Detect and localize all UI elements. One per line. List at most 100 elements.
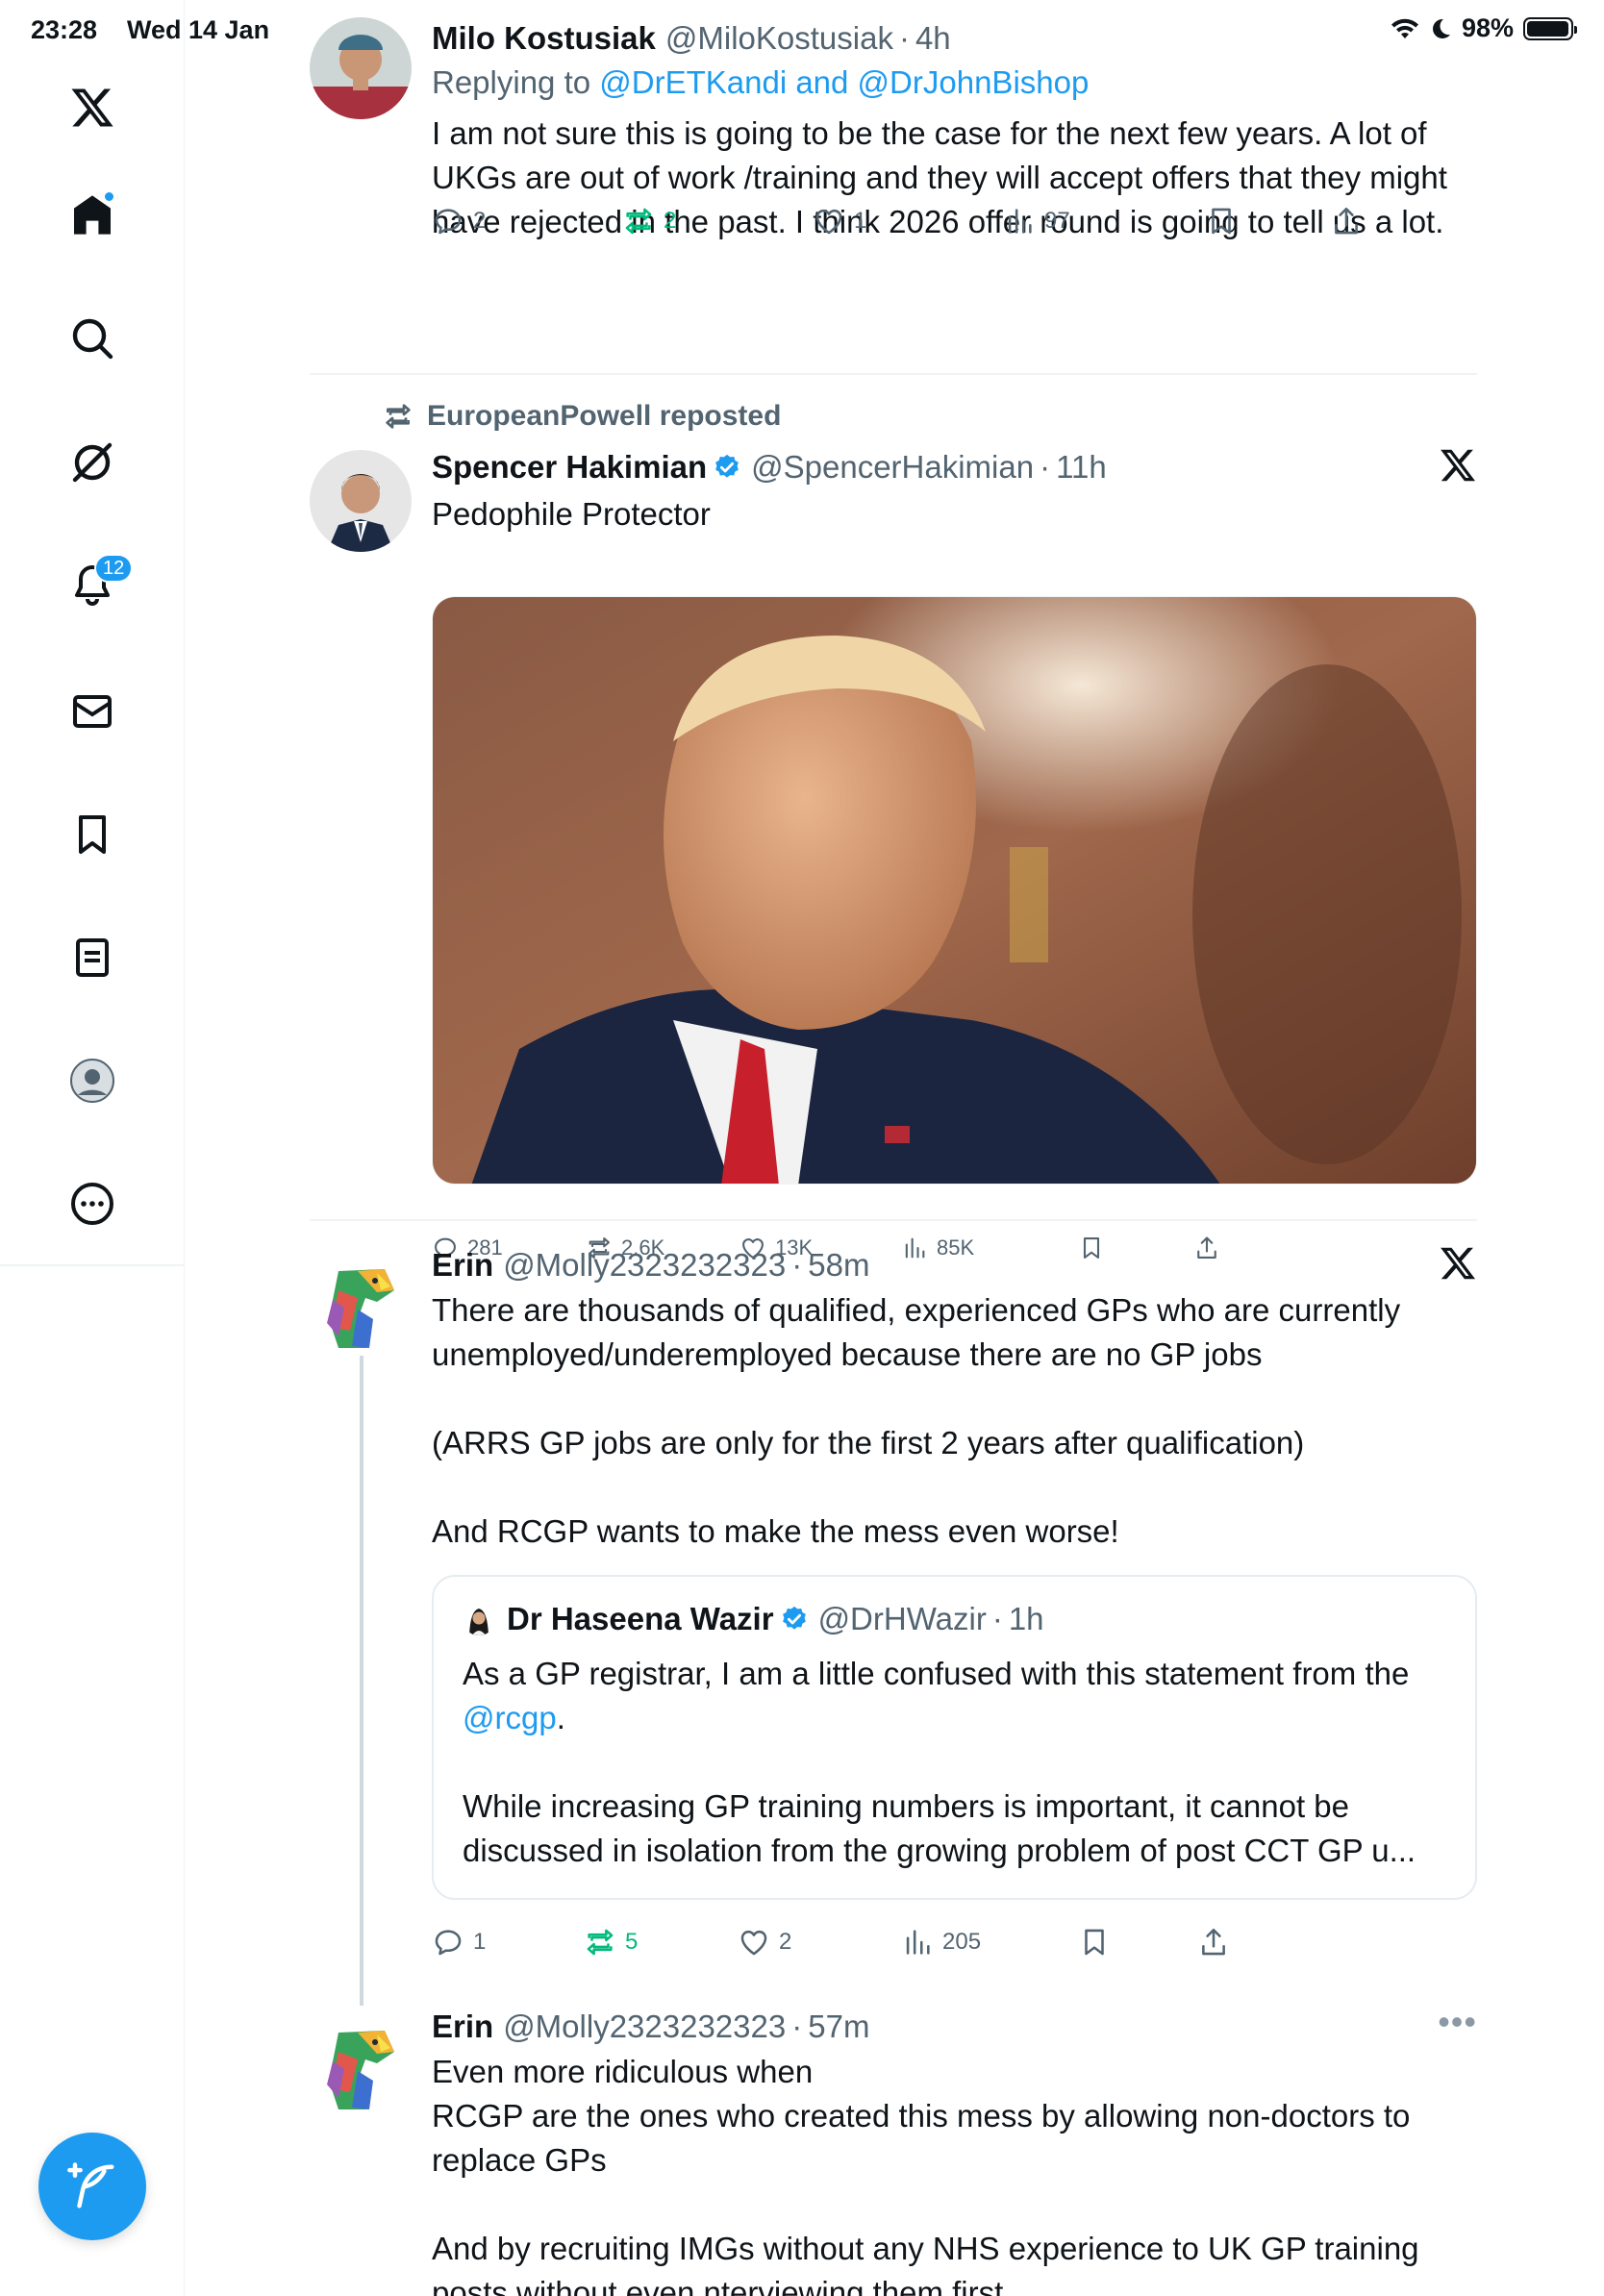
repost-icon xyxy=(587,1929,614,1956)
quoted-paragraph: While increasing GP training numbers is … xyxy=(463,1788,1416,1868)
share-button[interactable] xyxy=(1197,1921,1230,1963)
reply-icon xyxy=(435,1930,462,1956)
bookmark-button[interactable] xyxy=(1078,1921,1111,1963)
author-handle[interactable]: @Molly2323232323 xyxy=(503,1247,786,1284)
quoted-tweet[interactable]: Dr Haseena Wazir @DrHWazir · 1h As a GP … xyxy=(432,1575,1477,1900)
photo-portrait-image xyxy=(433,597,1476,1184)
quoted-author-handle[interactable]: @DrHWazir xyxy=(818,1601,987,1637)
envelope-icon xyxy=(73,695,112,728)
tweet-text: Pedophile Protector xyxy=(432,496,711,532)
more-circle-icon xyxy=(71,1183,113,1225)
sidebar-item-grok[interactable] xyxy=(54,423,131,500)
post-time[interactable]: 58m xyxy=(808,1247,869,1284)
reply-icon xyxy=(435,209,462,235)
tweet-divider xyxy=(310,373,1477,375)
avatar[interactable] xyxy=(310,450,412,552)
share-icon xyxy=(1335,207,1358,235)
tweet-actions: 2 2 1 97 xyxy=(432,200,1477,242)
post-time[interactable]: 4h xyxy=(915,20,951,57)
avatar[interactable] xyxy=(310,17,412,119)
bookmark-icon xyxy=(1212,208,1231,235)
bookmark-icon xyxy=(1085,1929,1104,1956)
x-logo-icon[interactable] xyxy=(1439,446,1477,485)
tweet-line: RCGP are the ones who created this mess … xyxy=(432,2098,1411,2178)
author-handle[interactable]: @Molly2323232323 xyxy=(503,2009,786,2045)
sidebar-item-profile[interactable] xyxy=(54,1042,131,1119)
like-count: 1 xyxy=(854,208,867,234)
author-name[interactable]: Spencer Hakimian xyxy=(432,449,707,486)
sidebar: 12 xyxy=(0,0,185,2296)
share-button[interactable] xyxy=(1330,200,1363,242)
views-button[interactable]: 97 xyxy=(1003,200,1070,242)
like-button[interactable]: 2 xyxy=(738,1921,791,1963)
compose-post-button[interactable] xyxy=(38,2133,146,2240)
battery-level xyxy=(1527,20,1569,37)
quoted-author-name[interactable]: Dr Haseena Wazir xyxy=(507,1601,774,1637)
more-options-button[interactable]: ••• xyxy=(1438,2005,1477,2039)
sidebar-item-notifications[interactable]: 12 xyxy=(54,546,134,623)
tweet[interactable]: Erin @Molly2323232323 · 58m There are th… xyxy=(310,1244,1477,1994)
author-handle[interactable]: @MiloKostusiak xyxy=(665,20,893,57)
sidebar-divider xyxy=(0,1264,185,1266)
separator: · xyxy=(1040,449,1051,485)
tweet-content: Erin @Molly2323232323 · 58m There are th… xyxy=(432,1244,1477,1554)
mention-link[interactable]: @rcgp xyxy=(463,1700,557,1735)
reply-count: 1 xyxy=(473,1929,487,1955)
home-unread-dot xyxy=(103,190,115,203)
quoted-post-time[interactable]: 1h xyxy=(1009,1601,1044,1637)
post-time[interactable]: 57m xyxy=(808,2009,869,2045)
tweet[interactable]: Erin @Molly2323232323 · 57m ••• Even mor… xyxy=(310,2005,1477,2296)
replying-to: Replying to @DrETKandi and @DrJohnBishop xyxy=(432,60,1477,106)
x-logo-icon[interactable] xyxy=(1439,1244,1477,1283)
list-icon xyxy=(76,938,109,977)
replying-to-accounts[interactable]: @DrETKandi and @DrJohnBishop xyxy=(599,64,1089,100)
view-count: 97 xyxy=(1044,208,1070,234)
tweet-photo[interactable] xyxy=(432,596,1477,1185)
sidebar-item-messages[interactable] xyxy=(54,673,131,750)
like-button[interactable]: 1 xyxy=(813,200,866,242)
reply-button[interactable]: 2 xyxy=(432,200,486,242)
verified-badge-icon xyxy=(782,1606,806,1630)
reply-button[interactable]: 1 xyxy=(432,1921,486,1963)
tweet[interactable]: Spencer Hakimian @SpencerHakimian · 11h … xyxy=(310,446,1477,1260)
heart-icon xyxy=(740,1930,767,1956)
avatar-eagle-art xyxy=(310,1252,412,1354)
tweet[interactable]: Milo Kostusiak @MiloKostusiak · 4h Reply… xyxy=(310,17,1477,344)
views-chart-icon xyxy=(1008,209,1032,234)
avatar[interactable] xyxy=(310,2013,412,2115)
tweet-header: Milo Kostusiak @MiloKostusiak · 4h xyxy=(432,17,1477,60)
like-count: 2 xyxy=(779,1929,792,1955)
author-name[interactable]: Erin xyxy=(432,1247,493,1284)
tweet-header: Spencer Hakimian @SpencerHakimian · 11h xyxy=(432,446,1477,488)
quoted-avatar-photo xyxy=(463,1603,495,1635)
author-name[interactable]: Milo Kostusiak xyxy=(432,20,656,57)
tweet-text: There are thousands of qualified, experi… xyxy=(432,1288,1477,1554)
sidebar-item-bookmarks[interactable] xyxy=(54,796,131,873)
avatar-eagle-art xyxy=(310,2013,412,2115)
author-handle[interactable]: @SpencerHakimian xyxy=(751,449,1034,486)
tweet-paragraph: And RCGP wants to make the mess even wor… xyxy=(432,1513,1119,1549)
replying-to-prefix: Replying to xyxy=(432,64,600,100)
avatar[interactable] xyxy=(310,1252,412,1354)
repost-label: EuropeanPowell reposted xyxy=(427,400,782,432)
repost-button[interactable]: 5 xyxy=(584,1921,638,1963)
sidebar-item-more[interactable] xyxy=(54,1165,131,1242)
tweet-text: Even more ridiculous when RCGP are the o… xyxy=(432,2050,1477,2296)
x-logo-button[interactable] xyxy=(54,69,131,146)
sidebar-item-lists[interactable] xyxy=(54,919,131,996)
separator: · xyxy=(898,20,910,56)
repost-context[interactable]: EuropeanPowell reposted xyxy=(383,400,781,433)
views-button[interactable]: 205 xyxy=(901,1921,981,1963)
tweet-paragraph: There are thousands of qualified, experi… xyxy=(432,1292,1401,1372)
sidebar-item-search[interactable] xyxy=(54,300,131,377)
repost-button[interactable]: 2 xyxy=(622,200,676,242)
quoted-tweet-text: As a GP registrar, I am a little confuse… xyxy=(463,1652,1446,1873)
quoted-text: As a GP registrar, I am a little confuse… xyxy=(463,1656,1410,1691)
avatar-photo xyxy=(310,17,412,119)
separator: · xyxy=(791,2009,803,2044)
author-name[interactable]: Erin xyxy=(432,2009,493,2045)
bookmark-button[interactable] xyxy=(1205,200,1238,242)
quoted-avatar[interactable] xyxy=(463,1603,495,1635)
post-time[interactable]: 11h xyxy=(1056,449,1107,486)
sidebar-item-home[interactable] xyxy=(54,177,131,254)
